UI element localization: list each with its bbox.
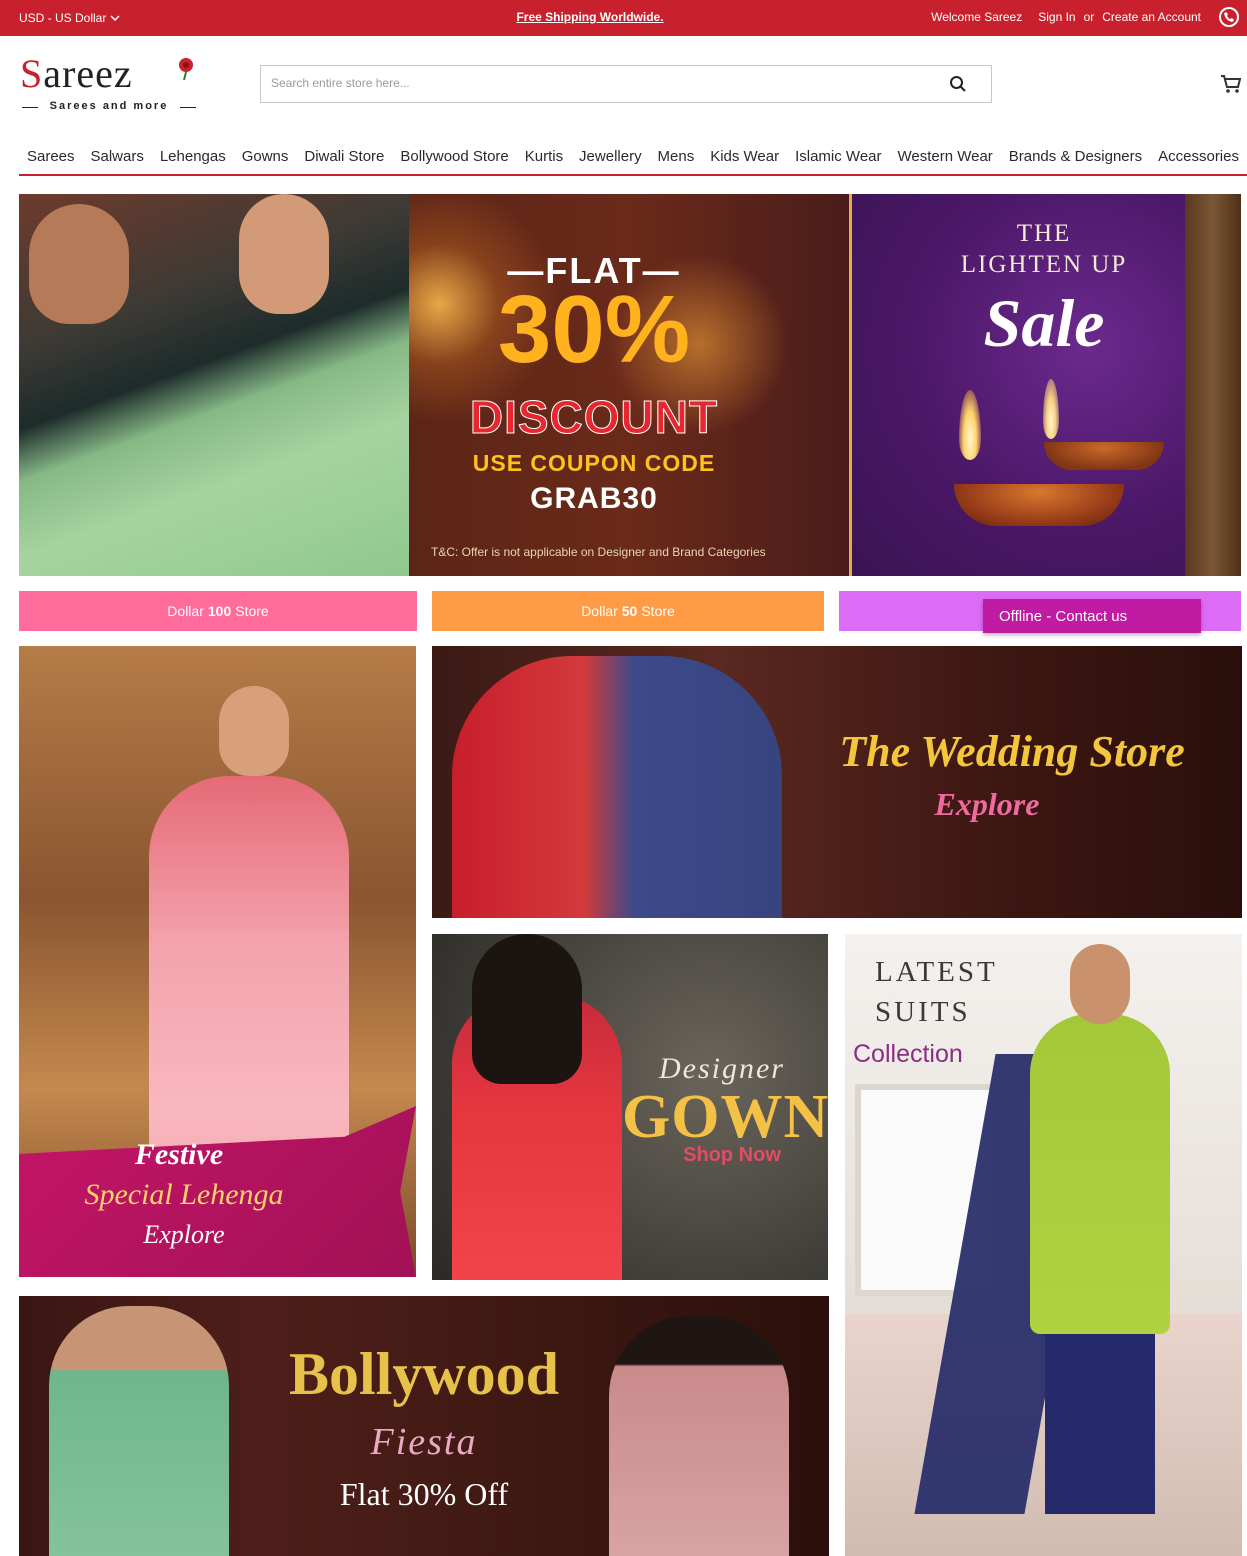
site-logo[interactable]: Sareez Sarees and more xyxy=(20,50,200,116)
model-image xyxy=(29,204,129,324)
nav-item-bollywood-store[interactable]: Bollywood Store xyxy=(400,140,508,174)
create-account-link[interactable]: Create an Account xyxy=(1102,10,1201,24)
nav-item-western-wear[interactable]: Western Wear xyxy=(897,140,992,174)
hero-coupon-code: GRAB30 xyxy=(530,482,658,515)
nav-item-islamic-wear[interactable]: Islamic Wear xyxy=(795,140,881,174)
lehenga-explore: Explore xyxy=(143,1220,225,1249)
top-bar: USD - US Dollar Free Shipping Worldwide.… xyxy=(0,0,1247,36)
main-nav: Sarees Salwars Lehengas Gowns Diwali Sto… xyxy=(19,140,1247,176)
designer-gowns-tile[interactable]: Designer GOWNS Shop Now xyxy=(432,934,828,1280)
model-image xyxy=(1070,944,1130,1024)
nav-item-lehengas[interactable]: Lehengas xyxy=(160,140,226,174)
model-image xyxy=(219,686,289,776)
phone-icon[interactable] xyxy=(1219,7,1239,27)
bollywood-fiesta-tile[interactable]: Bollywood Fiesta Flat 30% Off xyxy=(19,1296,829,1556)
suits-line2: SUITS xyxy=(875,996,971,1028)
nav-item-accessories[interactable]: Accessories xyxy=(1158,140,1239,174)
hero-percent: 30% xyxy=(497,276,691,383)
suits-line3: Collection xyxy=(853,1040,963,1068)
gowns-line2: GOWNS xyxy=(622,1083,828,1151)
wedding-store-tile[interactable]: The Wedding Store Explore xyxy=(432,646,1242,918)
model-image xyxy=(609,1316,789,1556)
hero-banner[interactable]: —FLAT— 30% DISCOUNT USE COUPON CODE GRAB… xyxy=(19,194,1241,576)
nav-item-kids-wear[interactable]: Kids Wear xyxy=(710,140,779,174)
sale-headline: THE LIGHTEN UP xyxy=(960,220,1128,278)
hero-coupon-label: USE COUPON CODE xyxy=(472,450,716,476)
diya-icon xyxy=(1044,442,1164,470)
or-text: or xyxy=(1083,10,1095,24)
nav-item-salwars[interactable]: Salwars xyxy=(91,140,144,174)
search-input[interactable] xyxy=(261,66,941,100)
account-links: Welcome Sareez Sign In or Create an Acco… xyxy=(931,10,1201,24)
nav-item-diwali-store[interactable]: Diwali Store xyxy=(304,140,384,174)
nav-item-gowns[interactable]: Gowns xyxy=(242,140,289,174)
bollywood-line1: Bollywood xyxy=(288,1341,560,1407)
lehenga-line1: Festive xyxy=(134,1138,224,1171)
bollywood-line3: Flat 30% Off xyxy=(339,1476,509,1512)
sale-title: Sale xyxy=(983,285,1105,361)
nav-item-mens[interactable]: Mens xyxy=(658,140,695,174)
model-image xyxy=(472,934,582,1084)
hero-discount: DISCOUNT xyxy=(469,391,719,444)
dollar-100-store-button[interactable]: Dollar 100 Store xyxy=(19,591,417,631)
dollar-50-store-button[interactable]: Dollar 50 Store xyxy=(432,591,824,631)
diya-icon xyxy=(954,484,1124,526)
wedding-explore: Explore xyxy=(934,786,1040,822)
lehenga-tile[interactable]: Festive Special Lehenga Explore xyxy=(19,646,416,1277)
sign-in-link[interactable]: Sign In xyxy=(1038,10,1075,24)
model-image xyxy=(239,194,329,314)
leggings-image xyxy=(1045,1334,1155,1514)
suit-image xyxy=(1030,1014,1170,1334)
latest-suits-tile[interactable]: LATEST SUITS Collection xyxy=(845,934,1242,1556)
bollywood-line2: Fiesta xyxy=(370,1421,478,1463)
cart-icon[interactable] xyxy=(1220,73,1242,95)
model-image xyxy=(49,1306,229,1556)
rose-icon xyxy=(179,58,193,80)
wood-panel xyxy=(1185,194,1241,576)
chat-offline-button[interactable]: Offline - Contact us xyxy=(983,599,1201,633)
wedding-couple-image xyxy=(452,656,782,918)
nav-item-kurtis[interactable]: Kurtis xyxy=(525,140,563,174)
gowns-shop-now: Shop Now xyxy=(683,1144,781,1166)
welcome-text: Welcome Sareez xyxy=(931,10,1023,24)
suits-line1: LATEST xyxy=(875,956,998,988)
hero-terms: T&C: Offer is not applicable on Designer… xyxy=(431,545,766,559)
gowns-line1: Designer xyxy=(659,1052,785,1085)
logo-wordmark: Sareez xyxy=(20,51,133,96)
nav-item-jewellery[interactable]: Jewellery xyxy=(579,140,642,174)
nav-item-sarees[interactable]: Sarees xyxy=(27,140,75,174)
nav-item-brands-designers[interactable]: Brands & Designers xyxy=(1009,140,1142,174)
search-icon[interactable] xyxy=(949,75,967,93)
search-box xyxy=(260,65,992,103)
wedding-title: The Wedding Store xyxy=(839,727,1185,776)
logo-tagline: Sarees and more xyxy=(20,100,198,112)
lehenga-line2: Special Lehenga xyxy=(84,1178,284,1211)
